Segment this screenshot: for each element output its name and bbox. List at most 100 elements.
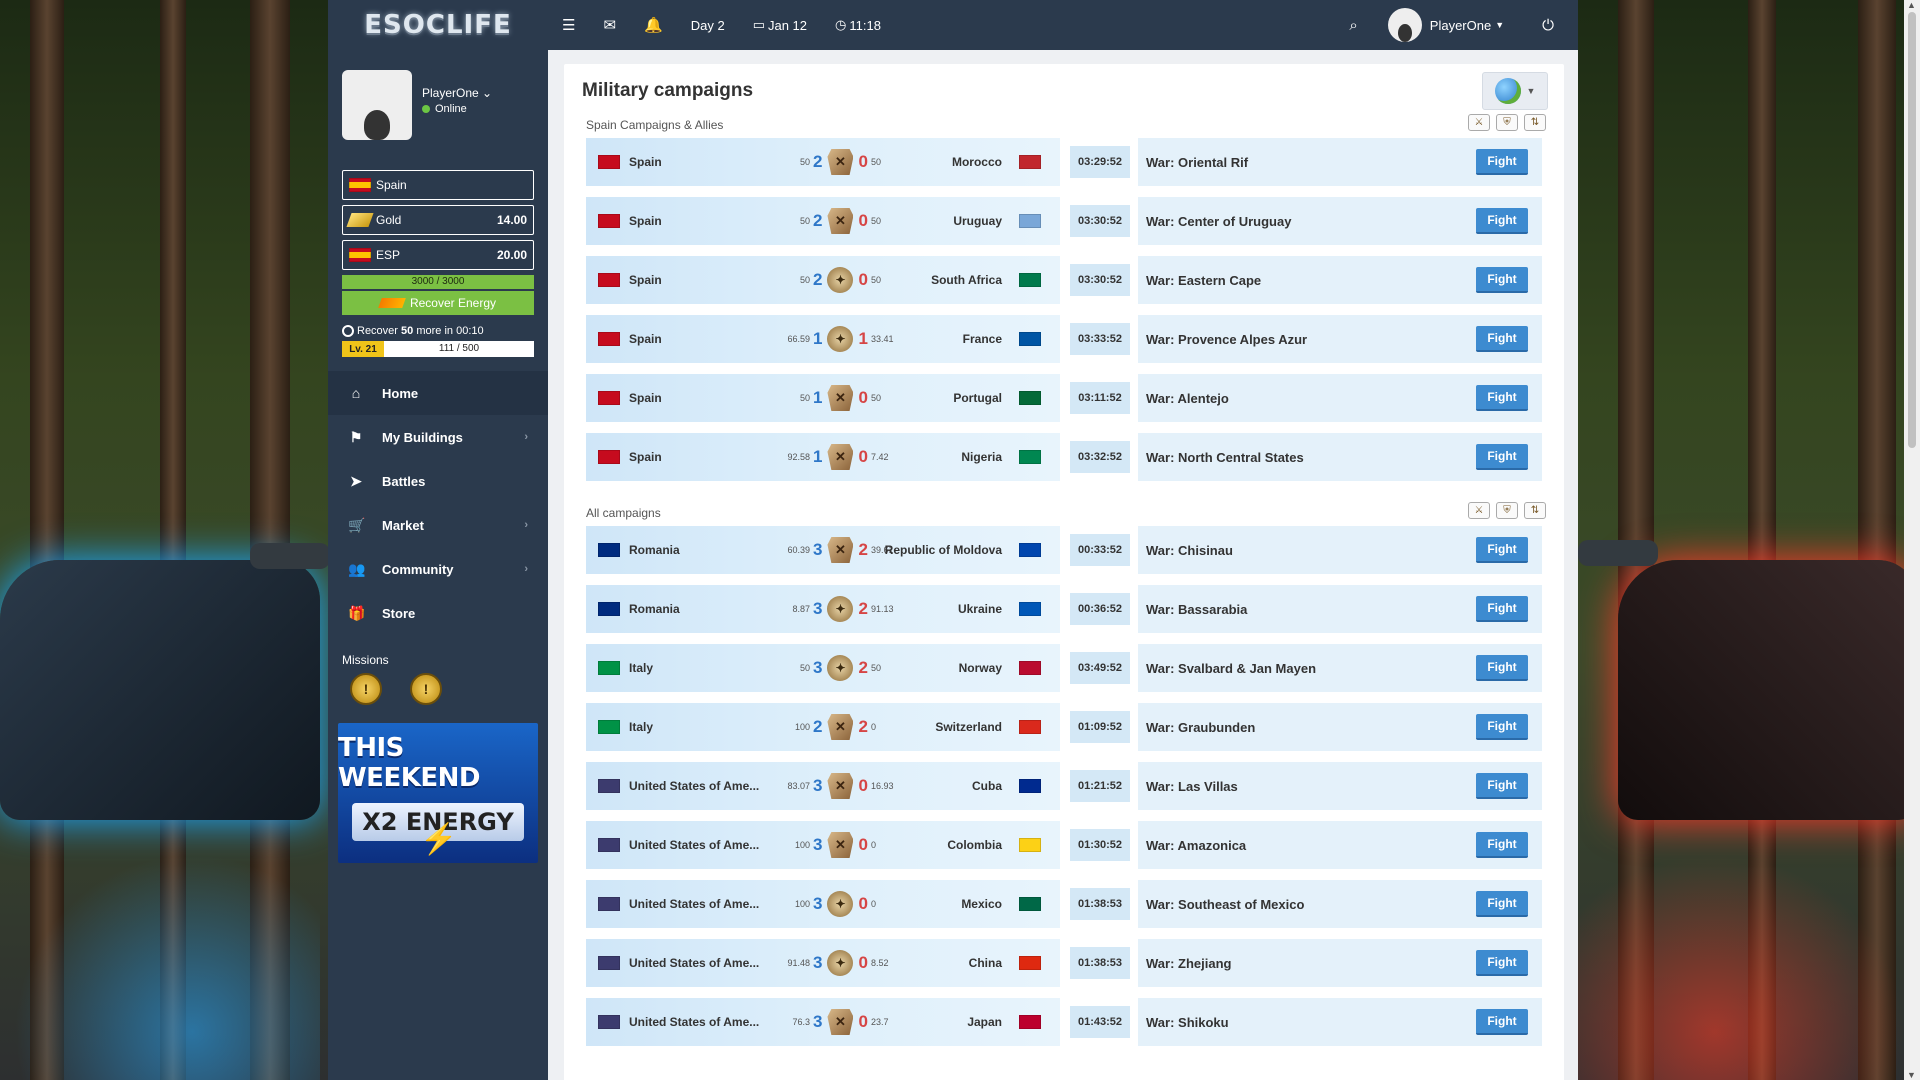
war-name[interactable]: War: Graubunden — [1146, 720, 1255, 735]
mission-medal-icon[interactable]: ! — [350, 673, 382, 705]
defender-name[interactable]: Colombia — [947, 838, 1002, 852]
war-name[interactable]: War: Amazonica — [1146, 838, 1246, 853]
attacker-name[interactable]: Spain — [629, 450, 765, 464]
gold-box[interactable]: Gold 14.00 — [342, 205, 534, 235]
region-filter-dropdown[interactable]: ▼ — [1482, 72, 1548, 110]
defender-name[interactable]: Nigeria — [961, 450, 1002, 464]
fight-button[interactable]: Fight — [1476, 326, 1528, 352]
sort-icon[interactable]: ⇅ — [1524, 114, 1546, 131]
scroll-up-icon[interactable]: ▲ — [1907, 0, 1916, 10]
defender-name[interactable]: Cuba — [972, 779, 1002, 793]
attacker-name[interactable]: Romania — [629, 543, 765, 557]
war-name[interactable]: War: North Central States — [1146, 450, 1304, 465]
attacker-name[interactable]: United States of Ame... — [629, 1015, 765, 1029]
war-name[interactable]: War: Alentejo — [1146, 391, 1229, 406]
sidebar-item-battles[interactable]: ➤ Battles — [328, 459, 548, 503]
attack-badge-icon: ✕ — [827, 208, 854, 234]
attacker-name[interactable]: United States of Ame... — [629, 956, 765, 970]
sidebar-item-market[interactable]: 🛒 Market › — [328, 503, 548, 547]
mission-medal-icon[interactable]: ! — [410, 673, 442, 705]
war-name[interactable]: War: Provence Alpes Azur — [1146, 332, 1307, 347]
attacker-name[interactable]: Spain — [629, 332, 765, 346]
attack-filter-icon[interactable]: ⚔ — [1468, 502, 1490, 519]
attack-badge-icon: ✕ — [827, 537, 854, 563]
defender-name[interactable]: Morocco — [952, 155, 1002, 169]
fight-button[interactable]: Fight — [1476, 596, 1528, 622]
notifications-button[interactable]: 🔔 — [644, 16, 663, 34]
profile-name-dropdown[interactable]: PlayerOne ⌄ — [422, 86, 492, 100]
fight-button[interactable]: Fight — [1476, 655, 1528, 681]
war-name[interactable]: War: Chisinau — [1146, 543, 1233, 558]
defender-name[interactable]: China — [969, 956, 1002, 970]
scroll-thumb[interactable] — [1908, 12, 1916, 448]
attacker-name[interactable]: United States of Ame... — [629, 838, 765, 852]
fight-button[interactable]: Fight — [1476, 537, 1528, 563]
defender-name[interactable]: Uruguay — [953, 214, 1002, 228]
defender-name[interactable]: Republic of Moldova — [885, 543, 1002, 557]
defender-name[interactable]: Switzerland — [935, 720, 1002, 734]
fight-button[interactable]: Fight — [1476, 149, 1528, 175]
sidebar-item-community[interactable]: 👥 Community › — [328, 547, 548, 591]
defender-name[interactable]: South Africa — [931, 273, 1002, 287]
attacker-name[interactable]: United States of Ame... — [629, 897, 765, 911]
defender-name[interactable]: France — [963, 332, 1002, 346]
sidebar-item-my-buildings[interactable]: ⚑ My Buildings › — [328, 415, 548, 459]
power-icon[interactable]: ⏻ — [1542, 17, 1554, 34]
defender-percent: 23.7 — [870, 1017, 889, 1027]
fight-button[interactable]: Fight — [1476, 950, 1528, 976]
weekend-promo-banner[interactable]: THIS WEEKEND X2 ENERGY ⚡ — [338, 723, 538, 863]
war-name[interactable]: War: Oriental Rif — [1146, 155, 1248, 170]
currency-box[interactable]: ESP 20.00 — [342, 240, 534, 270]
war-name[interactable]: War: Bassarabia — [1146, 602, 1247, 617]
fight-button[interactable]: Fight — [1476, 891, 1528, 917]
fight-button[interactable]: Fight — [1476, 773, 1528, 799]
country-box[interactable]: Spain — [342, 170, 534, 200]
recover-timer: Recover 50 more in 00:10 — [342, 325, 534, 337]
sidebar-item-store[interactable]: 🎁 Store — [328, 591, 548, 635]
fight-button[interactable]: Fight — [1476, 714, 1528, 740]
fight-button[interactable]: Fight — [1476, 832, 1528, 858]
defender-name[interactable]: Portugal — [953, 391, 1002, 405]
defender-name[interactable]: Ukraine — [958, 602, 1002, 616]
war-name[interactable]: War: Zhejiang — [1146, 956, 1231, 971]
scrollbar[interactable]: ▲ ▼ — [1904, 0, 1920, 1080]
attacker-name[interactable]: Spain — [629, 273, 765, 287]
menu-toggle[interactable]: ☰ — [562, 16, 575, 34]
war-name[interactable]: War: Las Villas — [1146, 779, 1238, 794]
fight-button[interactable]: Fight — [1476, 208, 1528, 234]
attacker-name[interactable]: Spain — [629, 391, 765, 405]
attacker-name[interactable]: Spain — [629, 214, 765, 228]
messages-button[interactable]: ✉ — [603, 16, 616, 34]
defend-filter-icon[interactable]: ⛨ — [1496, 114, 1518, 131]
attacker-name[interactable]: Italy — [629, 661, 765, 675]
war-name[interactable]: War: Center of Uruguay — [1146, 214, 1291, 229]
fight-button[interactable]: Fight — [1476, 267, 1528, 293]
defender-name[interactable]: Norway — [959, 661, 1002, 675]
scroll-down-icon[interactable]: ▼ — [1907, 1070, 1916, 1080]
war-name[interactable]: War: Svalbard & Jan Mayen — [1146, 661, 1316, 676]
attacker-name[interactable]: Italy — [629, 720, 765, 734]
fight-button[interactable]: Fight — [1476, 385, 1528, 411]
fight-button[interactable]: Fight — [1476, 444, 1528, 470]
attack-filter-icon[interactable]: ⚔ — [1468, 114, 1490, 131]
war-name[interactable]: War: Eastern Cape — [1146, 273, 1261, 288]
avatar[interactable] — [342, 70, 412, 140]
user-menu[interactable]: PlayerOne — [1430, 18, 1491, 33]
attacker-name[interactable]: Spain — [629, 155, 765, 169]
war-name[interactable]: War: Shikoku — [1146, 1015, 1229, 1030]
defender-name[interactable]: Mexico — [961, 897, 1002, 911]
defend-filter-icon[interactable]: ⛨ — [1496, 502, 1518, 519]
fight-button[interactable]: Fight — [1476, 1009, 1528, 1035]
logo[interactable]: ESOCLIFE — [328, 0, 548, 50]
attacker-name[interactable]: United States of Ame... — [629, 779, 765, 793]
war-name[interactable]: War: Southeast of Mexico — [1146, 897, 1304, 912]
attacker-percent: 50 — [799, 275, 810, 285]
sort-icon[interactable]: ⇅ — [1524, 502, 1546, 519]
attacker-name[interactable]: Romania — [629, 602, 765, 616]
defender-name[interactable]: Japan — [967, 1015, 1002, 1029]
sidebar-item-home[interactable]: ⌂ Home — [328, 371, 548, 415]
defender-score: 2 — [858, 540, 868, 559]
search-icon[interactable]: ⌕ — [1349, 17, 1357, 34]
avatar[interactable] — [1387, 8, 1422, 42]
recover-energy-button[interactable]: Recover Energy — [342, 291, 534, 315]
